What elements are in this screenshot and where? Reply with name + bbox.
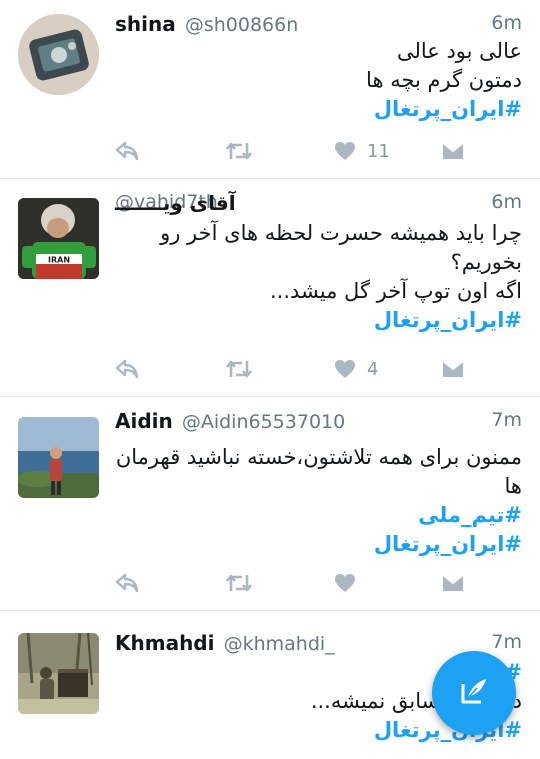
- author-name[interactable]: Khmahdi: [115, 631, 214, 655]
- tweet[interactable]: Aidin @Aidin65537010 7m ممنون برای همه ت…: [0, 397, 540, 610]
- direct-message-icon: [440, 140, 466, 162]
- tweet-line: دمتون گرم بچه ها: [366, 68, 522, 92]
- direct-message-icon: [440, 572, 466, 594]
- like-button[interactable]: [333, 568, 367, 598]
- author-name[interactable]: آقای ویـــــــ: [115, 191, 236, 215]
- tweet[interactable]: shina @sh00866n 6m عالی بود عالی دمتون گ…: [0, 0, 540, 178]
- reply-button[interactable]: [115, 136, 139, 166]
- tweet-text: ممنون برای همه تلاشتون،خسته نباشید قهرما…: [115, 443, 522, 559]
- compose-tweet-button[interactable]: [432, 651, 516, 735]
- tweet-line: عالی بود عالی: [396, 39, 522, 63]
- tweet-actions: 11: [115, 136, 522, 166]
- tweet-header: shina @sh00866n 6m: [115, 12, 522, 40]
- tweet[interactable]: IRAN @vahid7th آقای ویـــــــ 6m چرا بای…: [0, 179, 540, 392]
- tweet-header: @vahid7th آقای ویـــــــ 6m: [115, 191, 522, 219]
- tweet-text: چرا باید همیشه حسرت لحظه های آخر رو بخور…: [115, 219, 522, 335]
- avatar[interactable]: IRAN: [18, 198, 99, 279]
- timestamp: 7m: [491, 409, 522, 431]
- direct-message-button[interactable]: [440, 568, 466, 598]
- author-handle[interactable]: @khmahdi_: [224, 633, 335, 655]
- retweet-button[interactable]: [225, 136, 253, 166]
- timestamp: 7m: [491, 631, 522, 653]
- retweet-button[interactable]: [225, 568, 253, 598]
- tweet-line: ممنون برای همه تلاشتون،خسته نباشید قهرما…: [115, 445, 522, 469]
- timestamp: 6m: [491, 191, 522, 213]
- retweet-button[interactable]: [225, 354, 253, 384]
- heart-icon: [333, 572, 357, 594]
- like-button[interactable]: 11: [333, 136, 390, 166]
- author-name[interactable]: Aidin: [115, 409, 173, 433]
- compose-tweet-icon: [457, 674, 491, 712]
- like-count: 11: [367, 140, 390, 162]
- author-handle[interactable]: @sh00866n: [185, 14, 298, 36]
- direct-message-button[interactable]: [440, 354, 466, 384]
- tweet-text: عالی بود عالی دمتون گرم بچه ها #ایران_پر…: [115, 37, 522, 124]
- hashtag-link[interactable]: #ایران_پرتغال: [115, 306, 522, 335]
- hashtag-link[interactable]: #ایران_پرتغال: [115, 530, 522, 559]
- direct-message-icon: [440, 358, 466, 380]
- heart-icon: [333, 140, 357, 162]
- hashtag-link[interactable]: #تیم_ملی: [115, 501, 522, 530]
- like-count: 4: [367, 358, 379, 380]
- reply-icon: [115, 572, 139, 594]
- tweet-line: چرا باید همیشه حسرت لحظه های آخر رو: [160, 221, 522, 245]
- tweet-line: بخوریم؟: [450, 250, 522, 274]
- direct-message-button[interactable]: [440, 136, 466, 166]
- tweet-header: Aidin @Aidin65537010 7m: [115, 409, 522, 437]
- tweet-actions: [115, 568, 522, 598]
- avatar-label: IRAN: [48, 256, 70, 265]
- like-button[interactable]: 4: [333, 354, 378, 384]
- avatar[interactable]: [18, 633, 99, 714]
- retweet-icon: [225, 572, 253, 594]
- reply-button[interactable]: [115, 354, 139, 384]
- retweet-icon: [225, 140, 253, 162]
- avatar[interactable]: [18, 14, 99, 95]
- hashtag-link[interactable]: #ایران_پرتغال: [115, 95, 522, 124]
- timestamp: 6m: [491, 12, 522, 34]
- reply-button[interactable]: [115, 568, 139, 598]
- author-name[interactable]: shina: [115, 12, 176, 36]
- author-handle[interactable]: @Aidin65537010: [182, 411, 345, 433]
- tweet-line: ها: [504, 474, 522, 498]
- reply-icon: [115, 140, 139, 162]
- retweet-icon: [225, 358, 253, 380]
- tweet-actions: 4: [115, 354, 522, 384]
- reply-icon: [115, 358, 139, 380]
- tweet-line: اگه اون توپ آخر گل میشد...: [270, 279, 522, 303]
- avatar[interactable]: [18, 417, 99, 498]
- heart-icon: [333, 358, 357, 380]
